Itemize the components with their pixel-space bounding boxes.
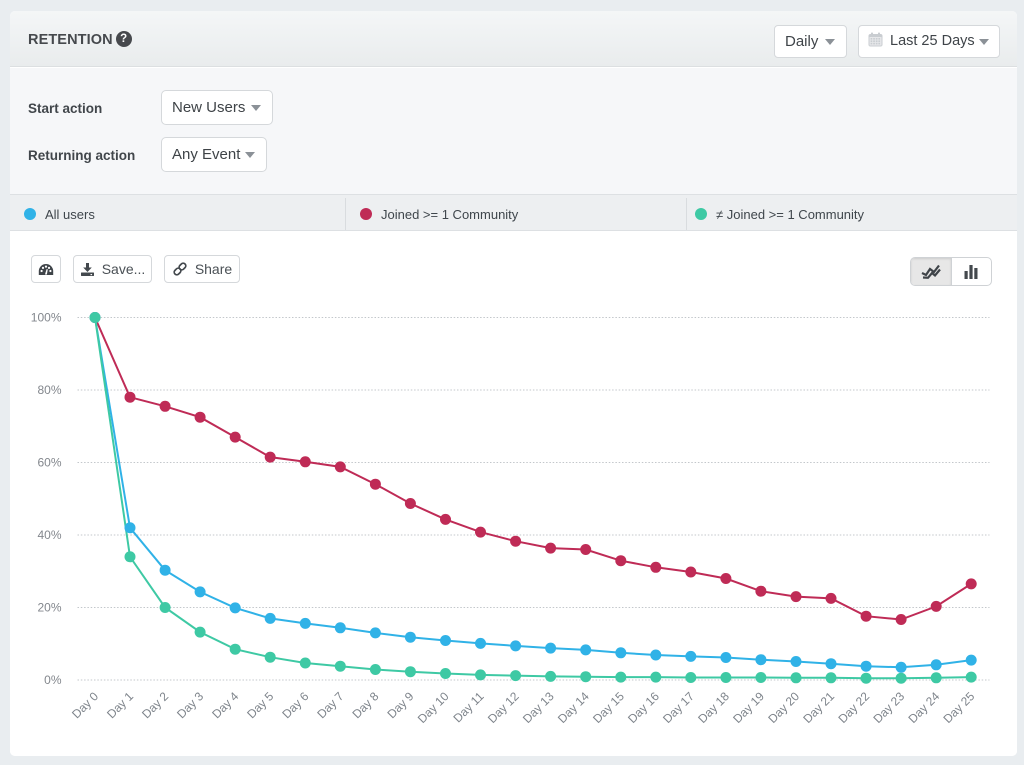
svg-text:20%: 20% xyxy=(37,601,61,615)
svg-text:Day 9: Day 9 xyxy=(384,689,416,721)
svg-text:60%: 60% xyxy=(37,456,61,470)
svg-text:Day 10: Day 10 xyxy=(415,689,452,726)
svg-text:Day 21: Day 21 xyxy=(800,689,837,726)
svg-text:Day 12: Day 12 xyxy=(485,689,522,726)
svg-text:Day 22: Day 22 xyxy=(835,689,872,726)
svg-text:Day 17: Day 17 xyxy=(660,689,697,726)
svg-text:40%: 40% xyxy=(37,528,61,542)
svg-text:Day 14: Day 14 xyxy=(555,689,592,726)
svg-text:0%: 0% xyxy=(44,673,62,687)
svg-text:Day 16: Day 16 xyxy=(625,689,662,726)
svg-text:Day 3: Day 3 xyxy=(174,689,206,721)
svg-text:Day 2: Day 2 xyxy=(139,689,171,721)
svg-text:Day 4: Day 4 xyxy=(209,689,241,721)
svg-text:Day 7: Day 7 xyxy=(314,689,346,721)
svg-text:Day 6: Day 6 xyxy=(279,689,311,721)
svg-text:100%: 100% xyxy=(31,311,62,325)
svg-text:Day 23: Day 23 xyxy=(870,689,907,726)
svg-text:Day 1: Day 1 xyxy=(104,689,136,721)
svg-text:Day 20: Day 20 xyxy=(765,689,802,726)
svg-text:Day 18: Day 18 xyxy=(695,689,732,726)
svg-text:Day 5: Day 5 xyxy=(244,689,276,721)
svg-text:Day 11: Day 11 xyxy=(450,689,486,725)
svg-text:Day 15: Day 15 xyxy=(590,689,627,726)
svg-text:Day 8: Day 8 xyxy=(349,689,381,721)
svg-text:Day 13: Day 13 xyxy=(520,689,557,726)
svg-text:Day 19: Day 19 xyxy=(730,689,767,726)
svg-text:Day 24: Day 24 xyxy=(906,689,943,726)
svg-text:80%: 80% xyxy=(37,383,61,397)
svg-text:Day 25: Day 25 xyxy=(941,689,978,726)
svg-text:Day 0: Day 0 xyxy=(69,689,101,721)
